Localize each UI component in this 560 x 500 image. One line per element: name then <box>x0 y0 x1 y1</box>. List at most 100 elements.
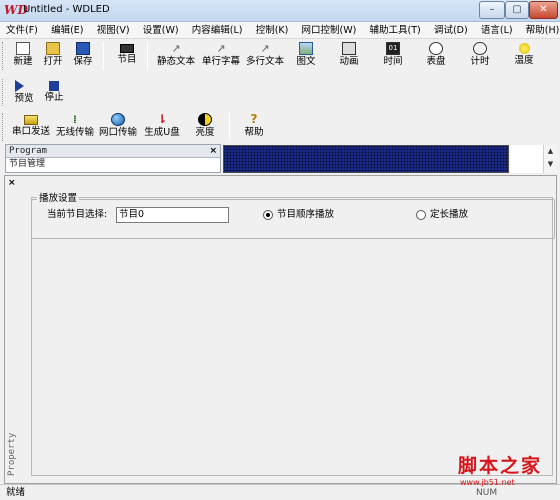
wireless-label: 无线传输 <box>55 127 94 138</box>
stop-icon <box>49 81 59 91</box>
program-panel: Program × 节目管理 <box>5 144 221 173</box>
menu-network-control[interactable]: 网口控制(W) <box>298 22 361 39</box>
menu-content-edit[interactable]: 内容编辑(L) <box>188 22 247 39</box>
program-tree-item[interactable]: 节目管理 <box>6 158 220 172</box>
menu-control[interactable]: 控制(K) <box>252 22 293 39</box>
status-text: 就绪 <box>6 487 26 498</box>
multi-line-text-icon: ↗ <box>260 42 270 55</box>
new-file-icon <box>16 42 30 55</box>
preview-blank-area <box>510 145 543 173</box>
network-transfer-button[interactable]: 网口传输 <box>96 111 140 139</box>
single-line-caption-icon: ↗ <box>216 42 226 55</box>
time-icon: 01 <box>386 42 400 55</box>
sequential-play-label[interactable]: 节目顺序播放 <box>277 209 334 221</box>
image-text-icon <box>299 42 313 55</box>
preview-button[interactable]: 预览 <box>11 78 37 105</box>
program-button[interactable]: 节目 <box>115 40 139 66</box>
program-label: 节目 <box>117 54 137 65</box>
preview-scrollbar[interactable]: ▲ ▼ <box>543 145 557 173</box>
toolbar-grip[interactable] <box>2 113 5 141</box>
open-label: 打开 <box>43 56 63 67</box>
new-label: 新建 <box>13 56 33 67</box>
timer-button[interactable]: 计时 <box>468 40 492 68</box>
save-disk-icon <box>76 42 90 55</box>
animation-icon <box>342 42 356 55</box>
static-text-icon: ↗ <box>171 42 181 55</box>
menu-edit[interactable]: 编辑(E) <box>47 22 87 39</box>
scroll-down-icon[interactable]: ▼ <box>544 158 557 171</box>
wireless-icon: ⁞ <box>72 113 78 126</box>
current-program-field[interactable]: 节目0 <box>116 207 229 223</box>
stop-button[interactable]: 停止 <box>41 78 67 104</box>
site-watermark-url: www.jb51.net <box>460 478 515 487</box>
temperature-label: 温度 <box>514 55 534 66</box>
time-label: 时间 <box>383 56 403 67</box>
toolbar-separator <box>103 42 104 70</box>
menu-settings[interactable]: 设置(W) <box>139 22 183 39</box>
animation-button[interactable]: 动画 <box>337 40 361 68</box>
generate-usb-label: 生成U盘 <box>144 127 180 138</box>
play-icon <box>15 80 24 92</box>
minimize-button[interactable]: – <box>479 1 505 19</box>
status-num-indicator: NUM <box>476 488 498 498</box>
main-toolbar: 新建 打开 保存 节目 ↗ 静态文本 ↗ 单行字幕 ↗ 多行文本 图文 动画 0… <box>0 40 560 72</box>
single-line-caption-button[interactable]: ↗ 单行字幕 <box>199 40 243 68</box>
serial-send-icon <box>24 115 38 125</box>
toolbar-grip[interactable] <box>2 79 5 106</box>
usb-icon: ⇂ <box>156 112 168 126</box>
static-text-button[interactable]: ↗ 静态文本 <box>154 40 198 68</box>
preview-toolbar: 预览 停止 <box>0 78 560 107</box>
toolbar-grip[interactable] <box>2 42 5 70</box>
serial-send-button[interactable]: 串口发送 <box>9 111 53 138</box>
fixed-length-play-label[interactable]: 定长播放 <box>430 209 468 221</box>
wireless-button[interactable]: ⁞ 无线传输 <box>53 111 97 139</box>
window-title: Untitled - WDLED <box>23 4 110 15</box>
stop-label: 停止 <box>44 92 64 103</box>
open-button[interactable]: 打开 <box>41 40 65 68</box>
save-label: 保存 <box>73 56 93 67</box>
brightness-button[interactable]: 亮度 <box>192 111 218 139</box>
property-panel-close-icon[interactable]: × <box>8 178 16 188</box>
menu-bar: 文件(F) 编辑(E) 视图(V) 设置(W) 内容编辑(L) 控制(K) 网口… <box>0 22 560 39</box>
image-text-label: 图文 <box>296 56 316 67</box>
timer-label: 计时 <box>470 56 490 67</box>
program-icon <box>120 44 134 53</box>
sequential-play-radio[interactable] <box>263 210 273 220</box>
toolbar-separator <box>147 42 148 70</box>
maximize-button[interactable]: ▢ <box>505 1 529 19</box>
led-preview-screen <box>223 145 509 173</box>
close-window-button[interactable]: ✕ <box>529 1 558 19</box>
site-watermark: 脚本之家 <box>458 455 543 477</box>
clock-dial-button[interactable]: 表盘 <box>424 40 448 68</box>
transfer-toolbar: 串口发送 ⁞ 无线传输 网口传输 ⇂ 生成U盘 亮度 ? 帮助 <box>0 111 560 143</box>
menu-help[interactable]: 帮助(H) <box>522 22 560 39</box>
temperature-button[interactable]: 温度 <box>512 40 536 67</box>
property-panel-title: Property <box>7 432 17 476</box>
clock-dial-icon <box>429 42 443 55</box>
program-panel-close-icon[interactable]: × <box>209 145 217 157</box>
scroll-up-icon[interactable]: ▲ <box>544 145 557 158</box>
help-button[interactable]: ? 帮助 <box>241 111 267 139</box>
save-button[interactable]: 保存 <box>71 40 95 68</box>
title-bar: WD Untitled - WDLED – ▢ ✕ <box>0 0 560 22</box>
program-panel-title: Program <box>6 145 220 158</box>
generate-usb-button[interactable]: ⇂ 生成U盘 <box>140 111 184 139</box>
menu-language[interactable]: 语言(L) <box>477 22 517 39</box>
clock-dial-label: 表盘 <box>426 56 446 67</box>
multi-line-text-button[interactable]: ↗ 多行文本 <box>243 40 287 68</box>
multi-line-text-label: 多行文本 <box>245 56 284 67</box>
menu-view[interactable]: 视图(V) <box>93 22 134 39</box>
time-button[interactable]: 01 时间 <box>381 40 405 68</box>
static-text-label: 静态文本 <box>156 56 195 67</box>
menu-debug[interactable]: 调试(D) <box>430 22 472 39</box>
menu-tools[interactable]: 辅助工具(T) <box>366 22 425 39</box>
help-icon: ? <box>250 112 258 126</box>
menu-file[interactable]: 文件(F) <box>2 22 42 39</box>
network-globe-icon <box>111 113 125 126</box>
brightness-icon <box>198 113 212 126</box>
toolbar-separator <box>229 113 230 141</box>
new-button[interactable]: 新建 <box>11 40 35 68</box>
fixed-length-play-radio[interactable] <box>416 210 426 220</box>
animation-label: 动画 <box>339 56 359 67</box>
image-text-button[interactable]: 图文 <box>294 40 318 68</box>
